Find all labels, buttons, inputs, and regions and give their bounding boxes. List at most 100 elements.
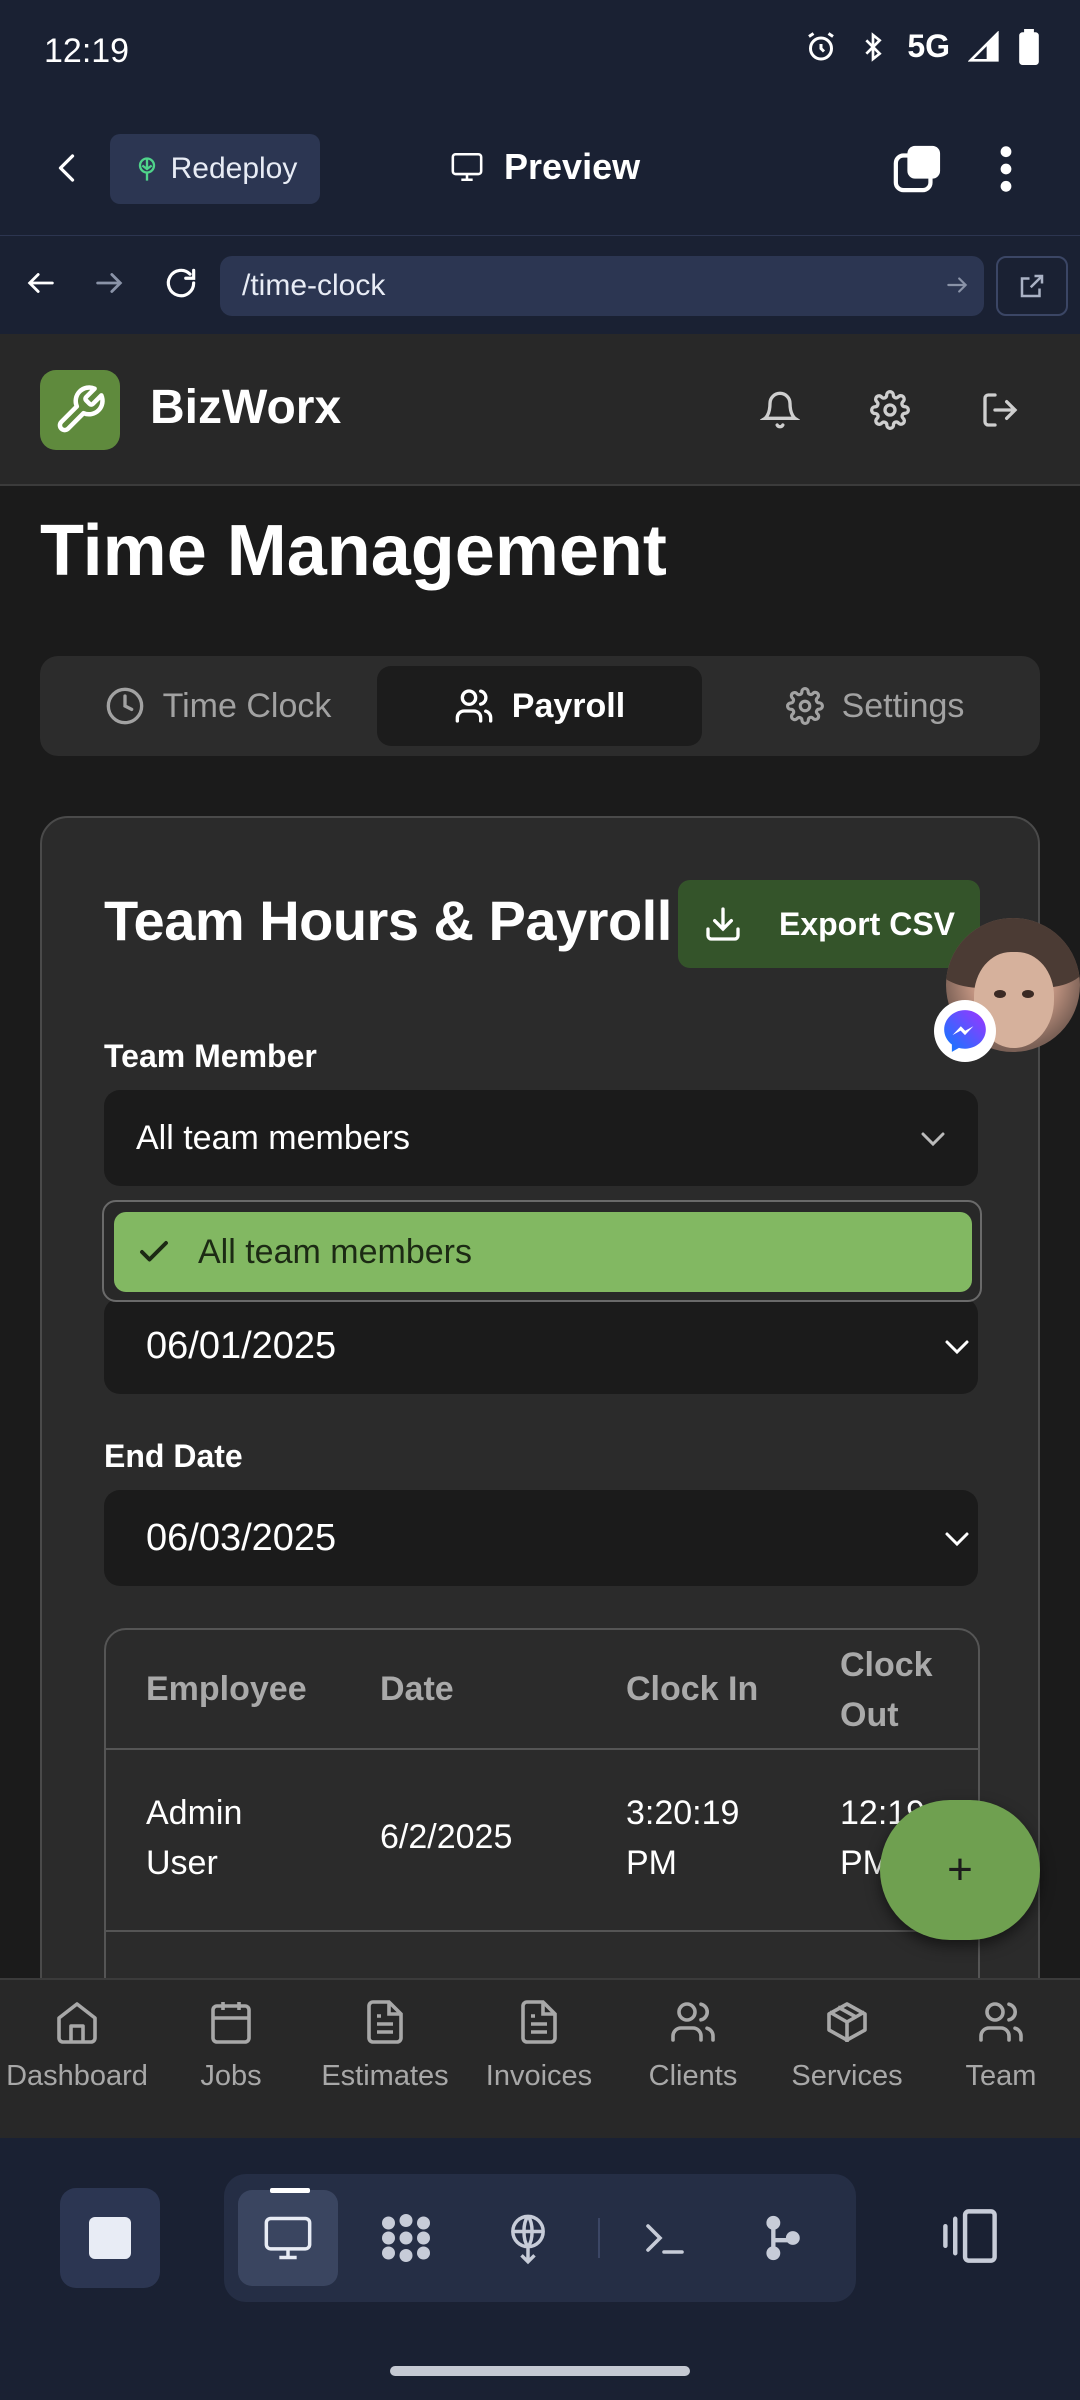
nav-item-dashboard[interactable]: Dashboard bbox=[0, 1986, 154, 2136]
terminal-icon bbox=[638, 2214, 690, 2262]
nav-label: Jobs bbox=[200, 2060, 262, 2092]
preview-label: Preview bbox=[504, 146, 641, 187]
package-icon bbox=[823, 1998, 871, 2046]
export-csv-label: Export CSV bbox=[778, 905, 956, 942]
agent-icon bbox=[376, 2208, 436, 2268]
app-logo[interactable] bbox=[40, 370, 120, 450]
nav-label: Dashboard bbox=[6, 2060, 148, 2092]
users-icon bbox=[669, 1998, 717, 2046]
tab-time-clock[interactable]: Time Clock bbox=[58, 666, 378, 746]
deploy-icon bbox=[133, 154, 161, 184]
status-time: 12:19 bbox=[44, 32, 130, 70]
nav-label: Team bbox=[965, 2060, 1037, 2092]
page-title: Time Management bbox=[40, 511, 667, 591]
check-icon bbox=[136, 1234, 172, 1270]
back-button[interactable] bbox=[50, 148, 86, 188]
chevron-down-icon bbox=[942, 1528, 972, 1550]
team-member-dropdown: All team members bbox=[102, 1200, 982, 1302]
home-icon bbox=[53, 1998, 101, 2046]
export-csv-button[interactable]: Export CSV bbox=[678, 880, 980, 968]
header-divider bbox=[106, 1748, 978, 1750]
document-icon bbox=[361, 1998, 409, 2046]
redeploy-button[interactable]: Redeploy bbox=[110, 134, 320, 204]
monitor-icon bbox=[448, 150, 486, 184]
end-date-label: End Date bbox=[104, 1438, 243, 1474]
devices-icon[interactable] bbox=[938, 2206, 1002, 2266]
alarm-icon bbox=[803, 29, 839, 65]
plus-label: + bbox=[947, 1845, 973, 1894]
end-date-select[interactable]: 06/03/2025 bbox=[104, 1490, 978, 1586]
browser-forward-icon[interactable] bbox=[92, 266, 126, 300]
add-fab-button[interactable]: + bbox=[880, 1800, 1040, 1940]
browser-nav-bar: /time-clock bbox=[0, 236, 1080, 334]
nav-label: Estimates bbox=[321, 2060, 449, 2092]
monitor-icon bbox=[260, 2212, 316, 2264]
deploy-tool-button[interactable] bbox=[478, 2190, 578, 2286]
nav-item-estimates[interactable]: Estimates bbox=[308, 1986, 462, 2136]
cell-clock-in: 3:20:19 PM bbox=[626, 1794, 740, 1882]
logout-icon[interactable] bbox=[980, 390, 1020, 430]
nav-label: Clients bbox=[648, 2060, 738, 2092]
chevron-down-icon bbox=[942, 1336, 972, 1358]
app-name: BizWorx bbox=[150, 381, 342, 434]
tab-settings[interactable]: Settings bbox=[720, 666, 1030, 746]
row-divider bbox=[106, 1930, 978, 1932]
start-date-select[interactable]: 06/01/2025 bbox=[104, 1298, 978, 1394]
document-icon bbox=[515, 1998, 563, 2046]
gear-icon[interactable] bbox=[870, 390, 910, 430]
chevron-down-icon bbox=[918, 1128, 948, 1150]
stop-icon bbox=[89, 2217, 131, 2259]
nav-item-invoices[interactable]: Invoices bbox=[462, 1986, 616, 2136]
reload-icon[interactable] bbox=[162, 264, 200, 302]
app-header: BizWorx bbox=[0, 334, 1080, 486]
preview-tool-button[interactable] bbox=[238, 2190, 338, 2286]
preview-title: Preview bbox=[448, 146, 640, 188]
bell-icon[interactable] bbox=[760, 390, 800, 430]
status-bar: 12:19 5G bbox=[0, 0, 1080, 108]
status-icons: 5G bbox=[803, 28, 1040, 65]
browser-back-icon[interactable] bbox=[24, 266, 58, 300]
tab-list: Time Clock Payroll Settings bbox=[40, 656, 1040, 756]
stop-button[interactable] bbox=[60, 2188, 160, 2288]
shell-tool-button[interactable] bbox=[614, 2190, 714, 2286]
team-member-label: Team Member bbox=[104, 1038, 317, 1074]
tab-payroll[interactable]: Payroll bbox=[377, 666, 702, 746]
clock-icon bbox=[105, 686, 145, 726]
team-member-select[interactable]: All team members bbox=[104, 1090, 978, 1186]
external-link-icon bbox=[1017, 271, 1047, 301]
nav-item-team[interactable]: Team bbox=[924, 1986, 1078, 2136]
url-text: /time-clock bbox=[242, 269, 386, 302]
git-tool-button[interactable] bbox=[732, 2190, 832, 2286]
download-icon bbox=[703, 904, 743, 944]
active-tool-indicator bbox=[270, 2188, 310, 2193]
nav-item-jobs[interactable]: Jobs bbox=[154, 1986, 308, 2136]
toolbar-divider bbox=[598, 2218, 600, 2258]
replit-toolbar bbox=[0, 2138, 1080, 2400]
wrench-icon bbox=[53, 383, 107, 437]
redeploy-label: Redeploy bbox=[170, 152, 298, 185]
column-header-clock-out: Clock Out bbox=[840, 1646, 933, 1734]
url-input[interactable]: /time-clock bbox=[220, 256, 984, 316]
dropdown-option-all[interactable]: All team members bbox=[114, 1212, 972, 1292]
url-go-icon[interactable] bbox=[944, 272, 970, 298]
cell-date: 6/2/2025 bbox=[380, 1818, 513, 1856]
bluetooth-icon bbox=[857, 29, 889, 65]
start-date-value: 06/01/2025 bbox=[146, 1325, 337, 1367]
home-indicator[interactable] bbox=[390, 2366, 690, 2376]
signal-icon bbox=[968, 30, 1000, 63]
more-options-icon[interactable] bbox=[992, 144, 1020, 194]
nav-label: Invoices bbox=[485, 2060, 593, 2092]
agent-tool-button[interactable] bbox=[356, 2190, 456, 2286]
git-icon bbox=[756, 2210, 808, 2266]
gear-icon bbox=[785, 687, 824, 725]
tab-settings-label: Settings bbox=[841, 686, 965, 725]
tool-group bbox=[224, 2174, 856, 2302]
tab-time-clock-label: Time Clock bbox=[162, 686, 332, 725]
nav-item-services[interactable]: Services bbox=[770, 1986, 924, 2136]
nav-item-clients[interactable]: Clients bbox=[616, 1986, 770, 2136]
column-header-employee: Employee bbox=[146, 1670, 307, 1708]
calendar-icon bbox=[207, 1998, 255, 2046]
bottom-nav: Dashboard Jobs Estimates Invoices Client… bbox=[0, 1978, 1080, 2138]
tab-switcher-icon[interactable] bbox=[892, 144, 942, 194]
open-external-button[interactable] bbox=[996, 256, 1068, 316]
